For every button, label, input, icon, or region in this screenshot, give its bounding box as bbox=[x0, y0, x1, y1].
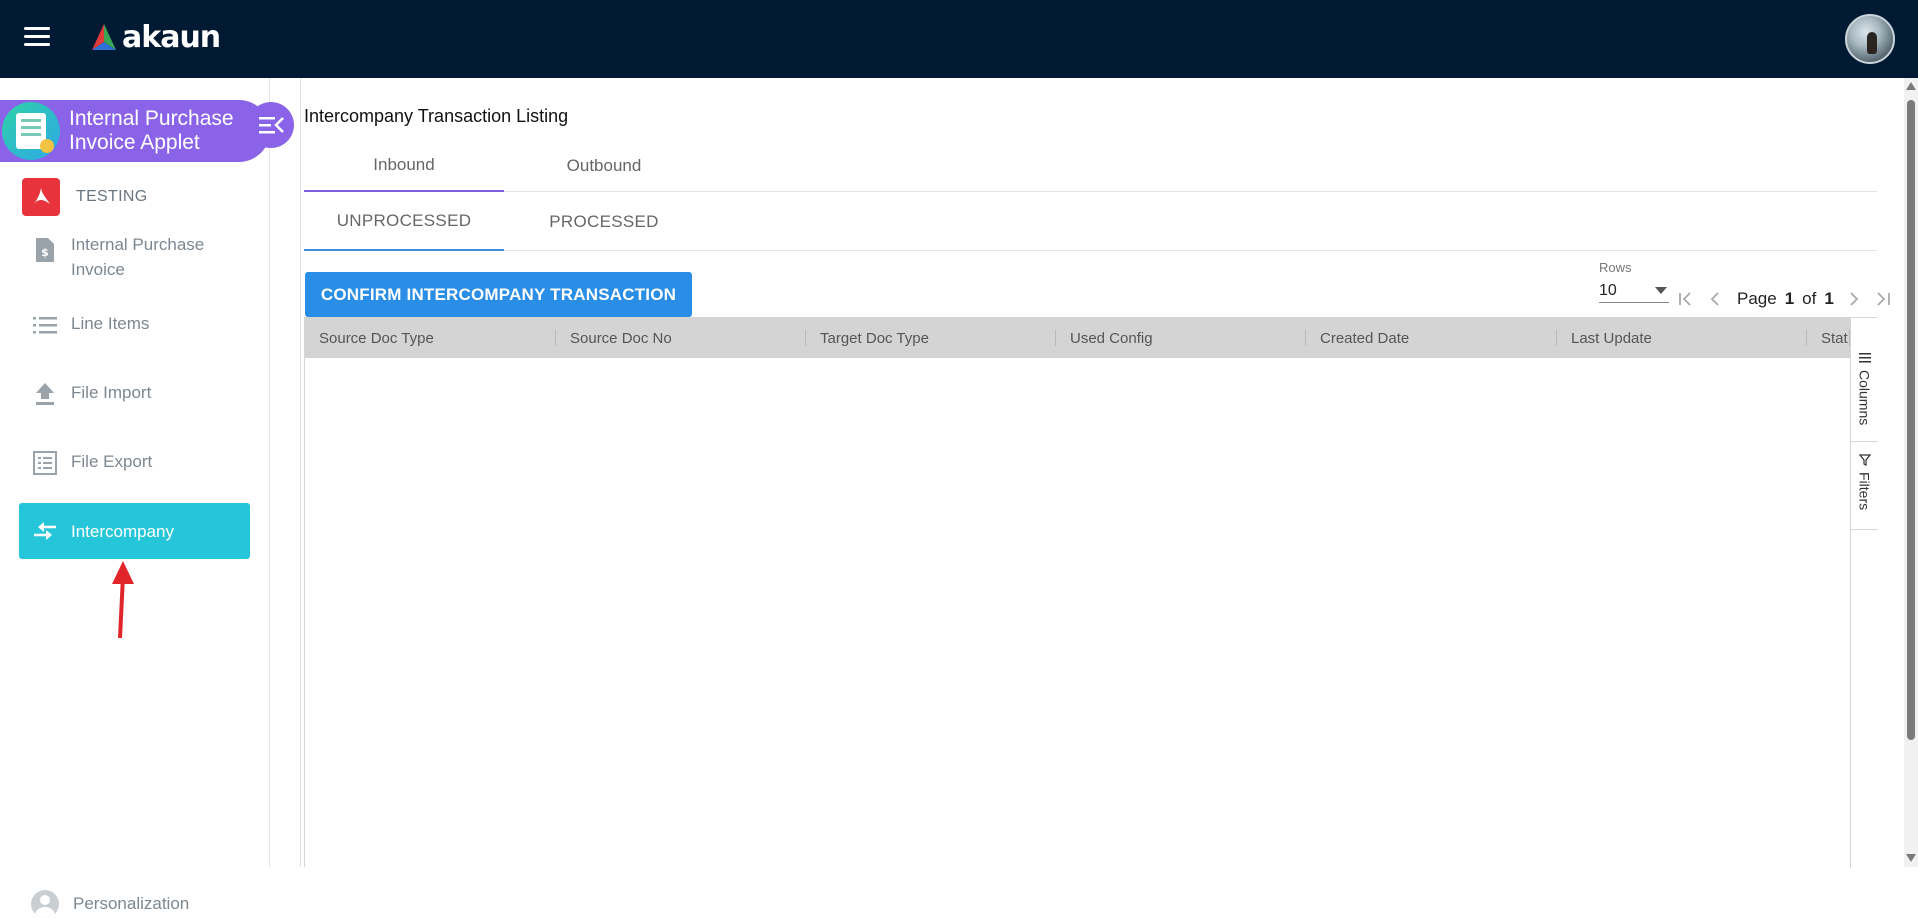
direction-tabs: Inbound Outbound bbox=[304, 140, 1877, 192]
tab-processed[interactable]: PROCESSED bbox=[504, 192, 704, 251]
personalization-link[interactable]: Personalization bbox=[31, 890, 189, 918]
sidebar-item-label: File Export bbox=[71, 452, 153, 471]
filters-label: Filters bbox=[1856, 472, 1873, 511]
tab-outbound[interactable]: Outbound bbox=[504, 140, 704, 192]
page-total: 1 bbox=[1824, 289, 1834, 308]
transfer-arrows-icon bbox=[31, 517, 59, 545]
personalization-label: Personalization bbox=[73, 894, 190, 913]
last-page-icon[interactable] bbox=[1872, 289, 1892, 309]
company-logo-icon bbox=[22, 178, 60, 216]
rows-per-page-select[interactable]: 10 bbox=[1599, 279, 1669, 303]
column-header[interactable]: Used Config bbox=[1056, 318, 1306, 358]
scrollbar-thumb[interactable] bbox=[1907, 100, 1915, 740]
column-header[interactable]: Created Date bbox=[1306, 318, 1557, 358]
person-icon bbox=[31, 890, 59, 918]
user-avatar[interactable] bbox=[1845, 14, 1895, 64]
column-header[interactable]: Source Doc Type bbox=[305, 318, 556, 358]
grid-side-panel: Columns Filters bbox=[1850, 318, 1878, 868]
sidebar-item-intercompany[interactable]: Intercompany bbox=[19, 503, 250, 559]
applet-header: Internal Purchase Invoice Applet bbox=[0, 100, 270, 162]
brand-logo[interactable]: akaun bbox=[88, 19, 221, 55]
brand-name: akaun bbox=[122, 19, 221, 55]
applet-icon bbox=[2, 102, 60, 160]
column-header[interactable]: Source Doc No bbox=[556, 318, 806, 358]
scroll-down-icon[interactable] bbox=[1906, 854, 1916, 862]
hamburger-icon[interactable] bbox=[24, 27, 50, 49]
export-list-icon bbox=[31, 449, 59, 477]
sidebar-item-label: Line Items bbox=[71, 314, 150, 333]
scroll-up-icon[interactable] bbox=[1906, 82, 1916, 90]
sidebar-item-internal-purchase-invoice[interactable]: $ Internal Purchase Invoice bbox=[19, 232, 250, 282]
column-header[interactable]: Last Update bbox=[1557, 318, 1807, 358]
page-current: 1 bbox=[1784, 289, 1795, 308]
top-bar: akaun bbox=[0, 0, 1918, 78]
filter-icon bbox=[1858, 454, 1871, 466]
rows-per-page: Rows 10 bbox=[1599, 260, 1669, 303]
sidebar-item-line-items[interactable]: Line Items bbox=[19, 311, 250, 339]
columns-label: Columns bbox=[1856, 370, 1873, 426]
transactions-grid: Source Doc Type Source Doc No Target Doc… bbox=[304, 317, 1878, 868]
tab-unprocessed[interactable]: UNPROCESSED bbox=[304, 192, 504, 251]
of-label: of bbox=[1802, 289, 1817, 308]
invoice-icon: $ bbox=[31, 236, 59, 264]
sidebar-item-label: File Import bbox=[71, 383, 152, 402]
akaun-logo-icon bbox=[92, 24, 116, 50]
column-header[interactable]: Stat bbox=[1807, 318, 1850, 358]
sidebar: Internal Purchase Invoice Applet TESTING… bbox=[0, 78, 294, 918]
page-scrollbar[interactable] bbox=[1904, 78, 1918, 867]
first-page-icon[interactable] bbox=[1677, 289, 1697, 309]
upload-icon bbox=[31, 380, 59, 408]
status-tabs: UNPROCESSED PROCESSED bbox=[304, 192, 1877, 251]
applet-title-line1: Internal Purchase bbox=[69, 107, 234, 130]
list-icon bbox=[31, 311, 59, 339]
columns-tool-tab[interactable]: Columns bbox=[1851, 340, 1878, 442]
company-name: TESTING bbox=[76, 188, 148, 205]
rows-label: Rows bbox=[1599, 260, 1632, 275]
column-header[interactable]: Target Doc Type bbox=[806, 318, 1056, 358]
tab-inbound[interactable]: Inbound bbox=[304, 140, 504, 192]
chevron-down-icon bbox=[1655, 287, 1667, 294]
annotation-arrow-icon bbox=[112, 561, 134, 639]
company-selector[interactable]: TESTING bbox=[22, 178, 147, 216]
sidebar-item-file-export[interactable]: File Export bbox=[19, 449, 250, 477]
grid-header: Source Doc Type Source Doc No Target Doc… bbox=[305, 318, 1850, 358]
applet-title: Internal Purchase Invoice Applet bbox=[69, 107, 234, 155]
rows-value: 10 bbox=[1599, 281, 1617, 299]
columns-icon bbox=[1858, 353, 1871, 363]
filters-tool-tab[interactable]: Filters bbox=[1851, 442, 1878, 530]
pagination: Page 1 of 1 bbox=[1677, 285, 1900, 313]
previous-page-icon[interactable] bbox=[1705, 289, 1725, 309]
svg-text:$: $ bbox=[41, 246, 49, 259]
sidebar-item-label: Intercompany bbox=[71, 521, 174, 541]
page-title: Intercompany Transaction Listing bbox=[304, 106, 569, 126]
sidebar-item-file-import[interactable]: File Import bbox=[19, 380, 250, 408]
main-content: Intercompany Transaction Listing Inbound… bbox=[300, 78, 1890, 868]
confirm-intercompany-transaction-button[interactable]: CONFIRM INTERCOMPANY TRANSACTION bbox=[305, 272, 692, 317]
next-page-icon[interactable] bbox=[1844, 289, 1864, 309]
page-label: Page bbox=[1737, 289, 1777, 308]
applet-title-line2: Invoice Applet bbox=[69, 131, 200, 154]
sidebar-item-label: Internal Purchase Invoice bbox=[71, 235, 205, 279]
collapse-menu-icon[interactable] bbox=[248, 102, 294, 148]
